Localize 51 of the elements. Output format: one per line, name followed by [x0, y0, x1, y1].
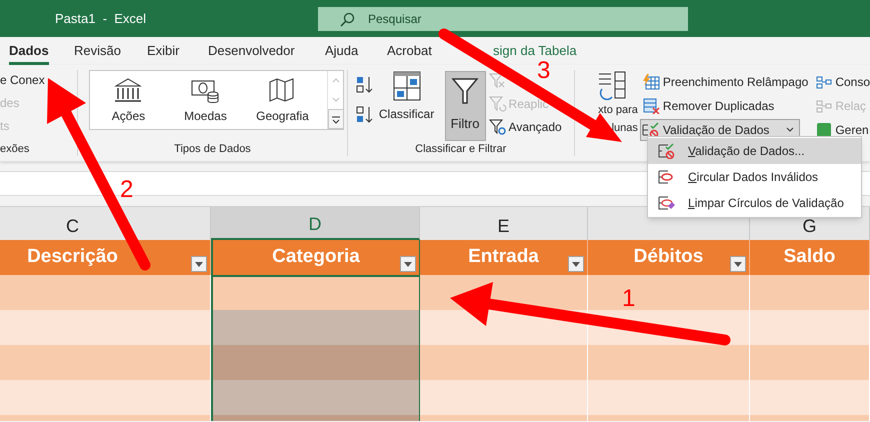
data-validation-icon — [642, 122, 660, 138]
ribbon-tab[interactable]: Acrobat — [387, 41, 432, 65]
data-tools-command[interactable]: Conso — [816, 71, 870, 93]
menu-item[interactable]: Circular Dados Inválidos — [648, 164, 861, 190]
menu-item[interactable]: Validação de Dados... — [648, 138, 861, 164]
relationships-icon — [816, 98, 832, 114]
filter-button[interactable]: Filtro — [444, 71, 486, 141]
annotation-number: 2 — [120, 178, 134, 202]
data-tools-command[interactable]: Geren — [816, 119, 869, 141]
data-tools-command[interactable]: Preenchimento Relâmpago — [640, 71, 810, 93]
filter-command[interactable]: Avançado — [488, 116, 562, 138]
ribbon-command[interactable]: e Conex — [0, 71, 45, 94]
ribbon-tab[interactable]: Exibir — [147, 41, 180, 65]
window-title: Pasta1 - Excel — [55, 10, 148, 28]
group-label: exões — [0, 142, 30, 156]
search-field[interactable]: Pesquisar — [318, 6, 688, 30]
group-label: Tipos de Dados — [174, 142, 251, 156]
text-to-columns-button[interactable]: xto para lunas — [574, 71, 639, 161]
advanced-filter-icon — [488, 118, 507, 135]
consolidate-icon — [816, 74, 832, 90]
annotation-number: 1 — [622, 287, 636, 311]
ribbon-tab[interactable]: Revisão — [74, 41, 121, 65]
data-tools-command[interactable]: Remover Duplicadas — [640, 95, 776, 117]
filter-dropdown-icon[interactable] — [568, 256, 584, 272]
sort-button[interactable]: Classificar — [378, 71, 436, 137]
flash-fill-icon — [642, 74, 660, 90]
sort-descending-icon[interactable] — [356, 105, 374, 125]
group-label: Classificar e Filtrar — [415, 142, 506, 156]
column-header[interactable]: D — [211, 207, 420, 240]
gallery-item[interactable]: Ações — [90, 71, 167, 129]
remove-duplicates-icon — [642, 98, 660, 114]
filter-dropdown-icon[interactable] — [191, 256, 207, 272]
filter-dropdown-icon[interactable] — [730, 256, 746, 272]
clear-filter-icon — [488, 73, 507, 90]
filter-dropdown-icon[interactable] — [400, 256, 416, 272]
sort-icon — [392, 71, 421, 101]
funnel-icon — [451, 76, 480, 106]
ribbon-tab[interactable]: Dados — [9, 41, 49, 65]
annotation-number: 3 — [537, 59, 550, 83]
more-icon[interactable] — [328, 109, 344, 129]
sort-ascending-icon[interactable] — [356, 75, 374, 95]
data-validation-icon — [658, 143, 676, 159]
clear-circles-icon — [658, 195, 676, 211]
ribbon-tab[interactable]: Ajuda — [325, 41, 358, 65]
gallery-item[interactable]: Geografia — [244, 71, 321, 129]
ribbon-tab[interactable]: Desenvolvedor — [208, 41, 295, 65]
reapply-filter-icon — [488, 96, 507, 112]
search-icon — [340, 12, 355, 26]
bank-icon — [113, 76, 144, 104]
caret-icon — [786, 127, 794, 133]
gallery-item[interactable]: Moedas — [166, 71, 244, 129]
